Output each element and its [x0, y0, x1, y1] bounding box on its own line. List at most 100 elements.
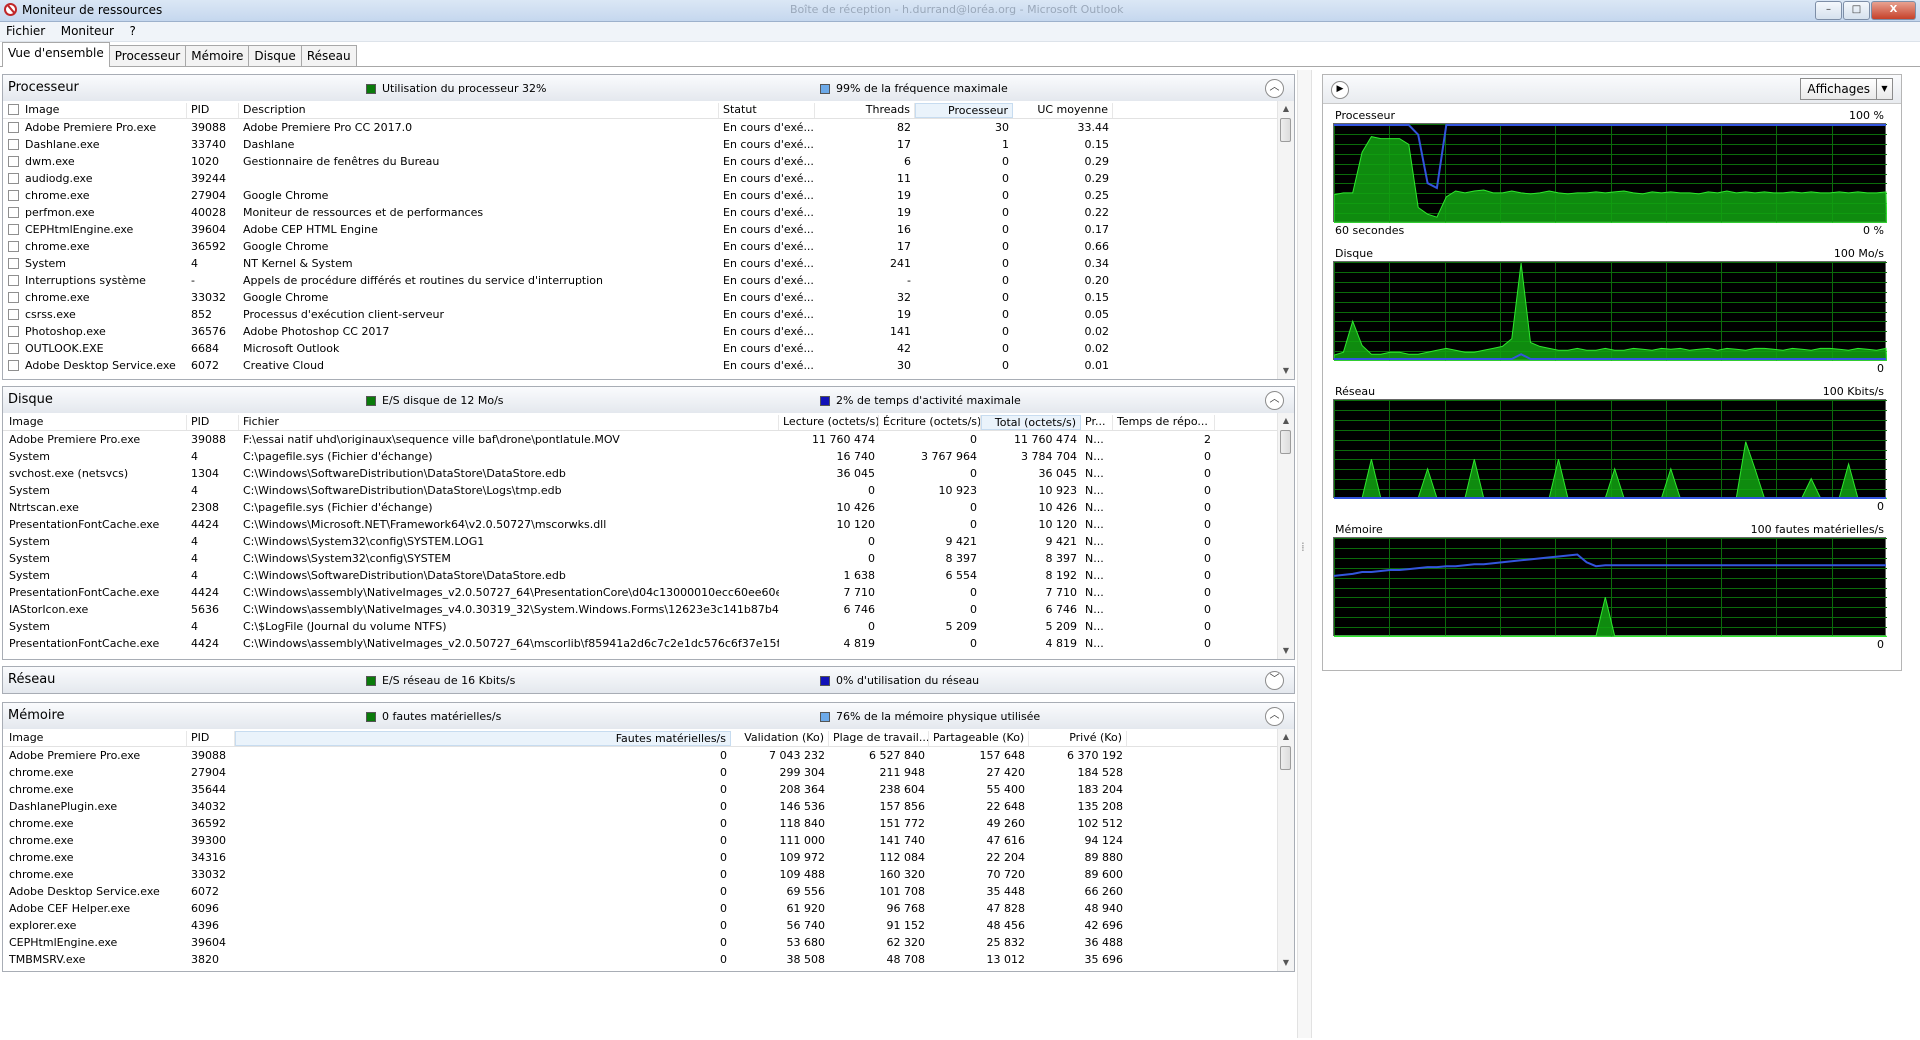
memory-row[interactable]: DashlanePlugin.exe 34032 0 146 536 157 856 22…	[3, 798, 1294, 815]
row-checkbox[interactable]	[8, 258, 19, 269]
network-header[interactable]: Réseau E/S réseau de 16 Kbits/s 0% d'uti…	[2, 666, 1295, 694]
maximize-button[interactable]: □	[1843, 1, 1870, 20]
memory-scrollbar[interactable]: ▲ ▼	[1277, 729, 1294, 971]
process-row[interactable]: csrss.exe 852 Processus d'exécution client…	[3, 306, 1294, 323]
col-cpu-average[interactable]: UC moyenne	[1013, 103, 1113, 118]
row-checkbox[interactable]	[8, 190, 19, 201]
row-checkbox[interactable]	[8, 139, 19, 150]
disk-activity-row[interactable]: Adobe Premiere Pro.exe 39088 F:\essai nati…	[3, 431, 1294, 448]
disk-activity-row[interactable]: svchost.exe (netsvcs) 1304 C:\Windows\Soft…	[3, 465, 1294, 482]
collapse-chevron-up-icon[interactable]: ︿	[1265, 707, 1284, 726]
minimize-button[interactable]: –	[1815, 1, 1842, 20]
col-image[interactable]: Image	[21, 103, 187, 118]
processor-scrollbar[interactable]: ▲ ▼	[1277, 101, 1294, 379]
memory-header[interactable]: Mémoire 0 fautes matérielles/s 76% de la…	[2, 702, 1295, 730]
scroll-up-arrow-icon[interactable]: ▲	[1278, 413, 1294, 429]
process-row[interactable]: System 4 NT Kernel & System En cours d'exé.…	[3, 255, 1294, 272]
disk-scrollbar[interactable]: ▲ ▼	[1277, 413, 1294, 659]
tab-network[interactable]: Réseau	[300, 45, 357, 67]
scroll-down-arrow-icon[interactable]: ▼	[1278, 643, 1294, 659]
collapse-chevron-up-icon[interactable]: ︿	[1265, 391, 1284, 410]
scroll-thumb[interactable]	[1280, 118, 1291, 142]
tab-disk[interactable]: Disque	[248, 45, 302, 67]
menu-help[interactable]: ?	[123, 22, 141, 40]
disk-activity-row[interactable]: PresentationFontCache.exe 4424 C:\Windows\…	[3, 584, 1294, 601]
memory-row[interactable]: Adobe CEF Helper.exe 6096 0 61 920 96 768 47 …	[3, 900, 1294, 917]
process-row[interactable]: Adobe Premiere Pro.exe 39088 Adobe Premier…	[3, 119, 1294, 136]
process-row[interactable]: Interruptions système - Appels de procédur…	[3, 272, 1294, 289]
process-row[interactable]: chrome.exe 36592 Google Chrome En cours d'e…	[3, 238, 1294, 255]
tab-memory[interactable]: Mémoire	[185, 45, 250, 67]
memory-row[interactable]: TMBMSRV.exe 3820 0 38 508 48 708 13 012 35 696	[3, 951, 1294, 968]
memory-row[interactable]: Adobe Desktop Service.exe 6072 0 69 556 101 …	[3, 883, 1294, 900]
menu-fichier[interactable]: Fichier	[0, 22, 51, 40]
disk-activity-row[interactable]: PresentationFontCache.exe 4424 C:\Windows\…	[3, 516, 1294, 533]
disk-activity-row[interactable]: System 4 C:\Windows\System32\config\SYSTEM…	[3, 533, 1294, 550]
tab-overview[interactable]: Vue d'ensemble	[2, 42, 110, 67]
col-pid[interactable]: PID	[187, 103, 239, 118]
process-row[interactable]: OUTLOOK.EXE 6684 Microsoft Outlook En cours…	[3, 340, 1294, 357]
row-checkbox[interactable]	[8, 360, 19, 371]
memory-row[interactable]: explorer.exe 4396 0 56 740 91 152 48 456 42 69…	[3, 917, 1294, 934]
disk-header[interactable]: Disque E/S disque de 12 Mo/s 2% de temps…	[2, 386, 1295, 414]
memory-row[interactable]: chrome.exe 34316 0 109 972 112 084 22 204 89 8…	[3, 849, 1294, 866]
scroll-down-arrow-icon[interactable]: ▼	[1278, 955, 1294, 971]
row-checkbox[interactable]	[8, 241, 19, 252]
row-checkbox[interactable]	[8, 326, 19, 337]
process-row[interactable]: dwm.exe 1020 Gestionnaire de fenêtres du B…	[3, 153, 1294, 170]
col-write[interactable]: Écriture (octets/s)	[879, 415, 981, 430]
scroll-thumb[interactable]	[1280, 746, 1291, 770]
scroll-down-arrow-icon[interactable]: ▼	[1278, 363, 1294, 379]
memory-row[interactable]: chrome.exe 35644 0 208 364 238 604 55 400 183 …	[3, 781, 1294, 798]
row-checkbox[interactable]	[8, 173, 19, 184]
col-commit[interactable]: Validation (Ko)	[731, 731, 829, 746]
expand-chevron-down-icon[interactable]: ﹀	[1265, 671, 1284, 690]
row-checkbox[interactable]	[8, 207, 19, 218]
disk-activity-row[interactable]: Ntrtscan.exe 2308 C:\pagefile.sys (Fichier…	[3, 499, 1294, 516]
row-checkbox[interactable]	[8, 122, 19, 133]
memory-row[interactable]: CEPHtmlEngine.exe 39604 0 53 680 62 320 25 83…	[3, 934, 1294, 951]
disk-activity-row[interactable]: PresentationFontCache.exe 4424 C:\Windows\…	[3, 635, 1294, 652]
process-row[interactable]: perfmon.exe 40028 Moniteur de ressources e…	[3, 204, 1294, 221]
disk-activity-row[interactable]: System 4 C:\Windows\System32\config\SYSTEM…	[3, 550, 1294, 567]
disk-activity-row[interactable]: System 4 C:\Windows\SoftwareDistribution\D…	[3, 567, 1294, 584]
col-pid[interactable]: PID	[187, 415, 239, 430]
process-row[interactable]: audiodg.exe 39244 En cours d'exé... 11 0 0.29	[3, 170, 1294, 187]
col-shareable[interactable]: Partageable (Ko)	[929, 731, 1029, 746]
col-status[interactable]: Statut	[719, 103, 815, 118]
col-image[interactable]: Image	[5, 731, 187, 746]
col-processor[interactable]: Processeur	[915, 103, 1013, 118]
collapse-chevron-up-icon[interactable]: ︿	[1265, 79, 1284, 98]
process-row[interactable]: Adobe Desktop Service.exe 6072 Creative Cl…	[3, 357, 1294, 374]
col-pid[interactable]: PID	[187, 731, 235, 746]
row-checkbox[interactable]	[8, 275, 19, 286]
col-threads[interactable]: Threads	[815, 103, 915, 118]
scroll-up-arrow-icon[interactable]: ▲	[1278, 729, 1294, 745]
process-row[interactable]: Photoshop.exe 36576 Adobe Photoshop CC 201…	[3, 323, 1294, 340]
col-read[interactable]: Lecture (octets/s)	[779, 415, 879, 430]
disk-activity-row[interactable]: System 4 C:\pagefile.sys (Fichier d'échang…	[3, 448, 1294, 465]
memory-row[interactable]: chrome.exe 36592 0 118 840 151 772 49 260 102 …	[3, 815, 1294, 832]
col-private[interactable]: Privé (Ko)	[1029, 731, 1127, 746]
views-dropdown[interactable]: Affichages ▼	[1800, 78, 1893, 100]
col-hard-faults[interactable]: Fautes matérielles/s	[235, 731, 731, 746]
process-row[interactable]: chrome.exe 33032 Google Chrome En cours d'e…	[3, 289, 1294, 306]
memory-row[interactable]: chrome.exe 39300 0 111 000 141 740 47 616 94 1…	[3, 832, 1294, 849]
process-row[interactable]: chrome.exe 27904 Google Chrome En cours d'e…	[3, 187, 1294, 204]
menu-moniteur[interactable]: Moniteur	[55, 22, 120, 40]
scroll-thumb[interactable]	[1280, 430, 1291, 454]
col-total[interactable]: Total (octets/s)	[981, 415, 1081, 430]
row-checkbox[interactable]	[8, 343, 19, 354]
scroll-up-arrow-icon[interactable]: ▲	[1278, 101, 1294, 117]
memory-row[interactable]: chrome.exe 27904 0 299 304 211 948 27 420 184 …	[3, 764, 1294, 781]
process-row[interactable]: CEPHtmlEngine.exe 39604 Adobe CEP HTML Eng…	[3, 221, 1294, 238]
close-button[interactable]: X	[1871, 1, 1916, 20]
memory-row[interactable]: Adobe Premiere Pro.exe 39088 0 7 043 232 6 5…	[3, 747, 1294, 764]
row-checkbox[interactable]	[8, 292, 19, 303]
col-working-set[interactable]: Plage de travail...	[829, 731, 929, 746]
collapse-graphs-arrow-icon[interactable]: ▶	[1331, 81, 1349, 99]
pane-splitter[interactable]	[1297, 70, 1312, 1038]
select-all-checkbox[interactable]	[8, 104, 19, 115]
memory-row[interactable]: chrome.exe 33032 0 109 488 160 320 70 720 89 6…	[3, 866, 1294, 883]
processor-header[interactable]: Processeur Utilisation du processeur 32%…	[2, 74, 1295, 102]
